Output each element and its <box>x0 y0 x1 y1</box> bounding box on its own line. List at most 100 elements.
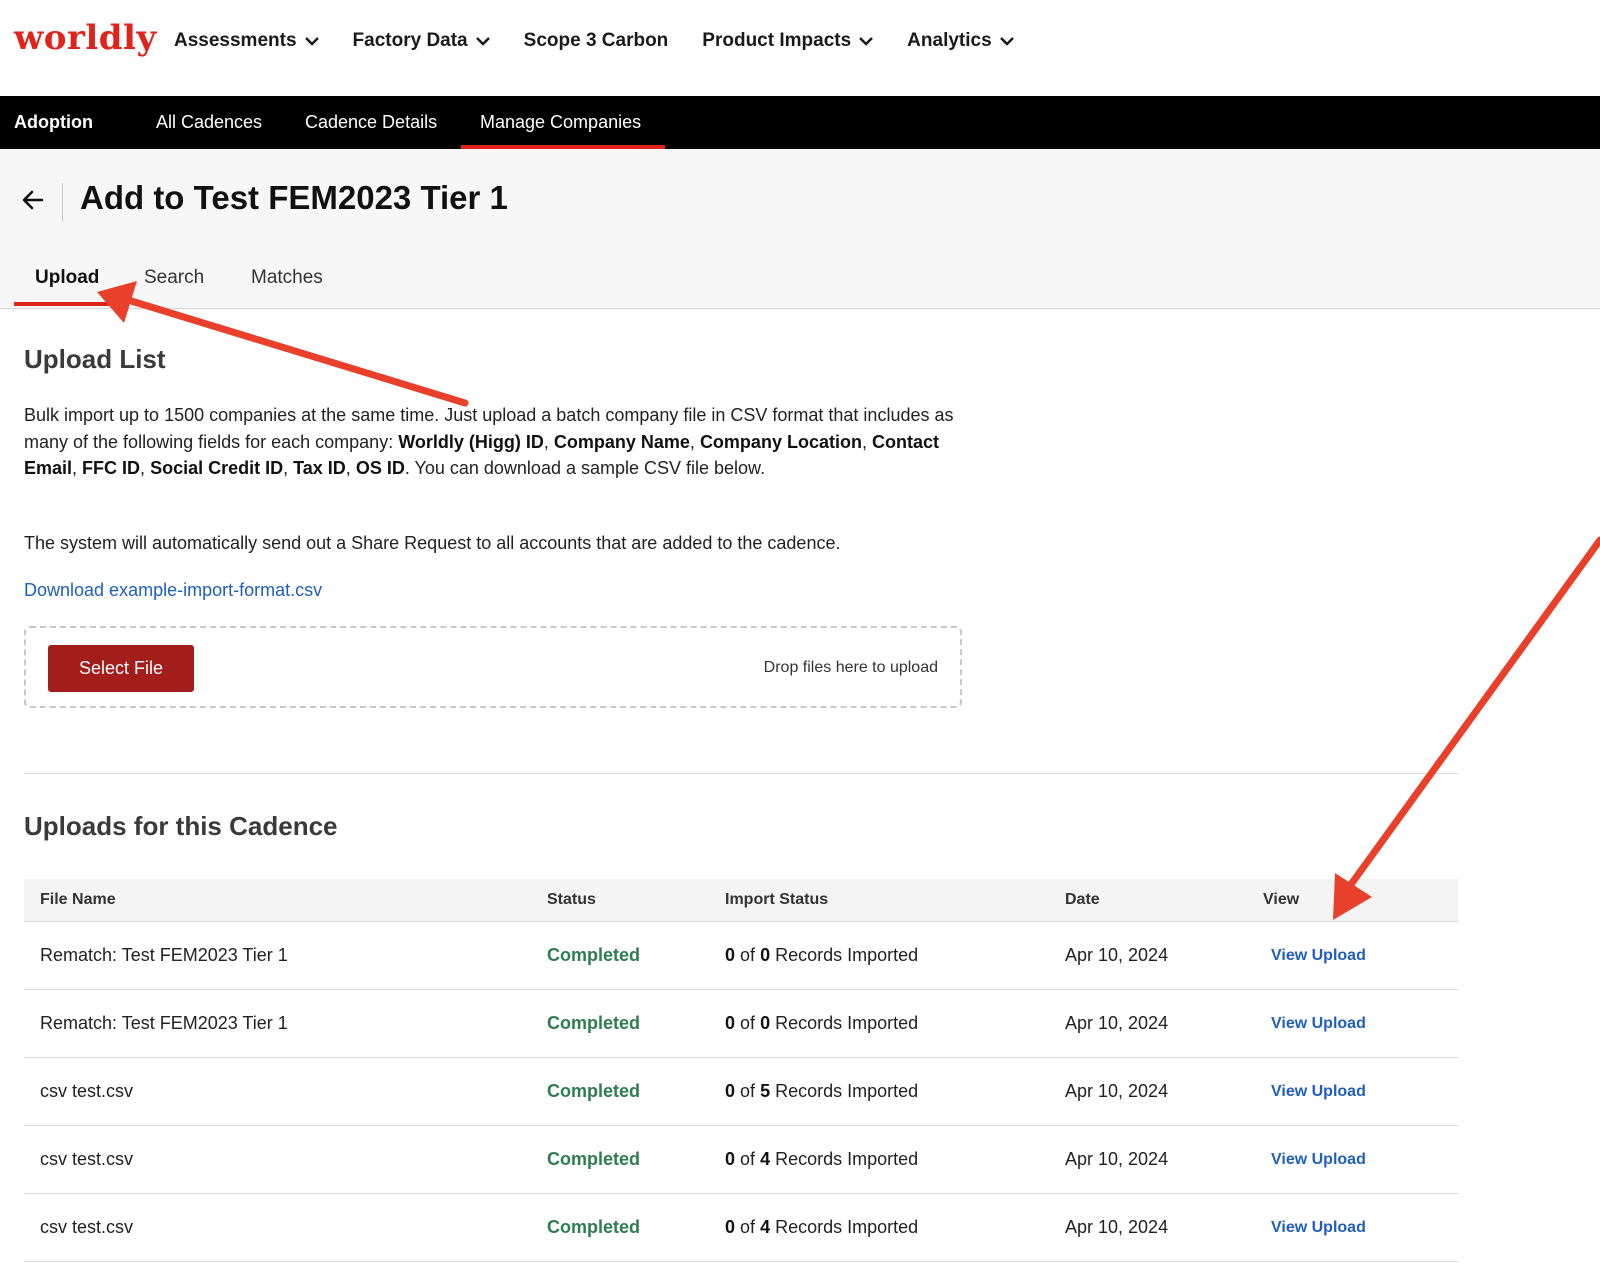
import-status-cell: 0 of 0 Records Imported <box>725 1013 918 1034</box>
view-upload-link[interactable]: View Upload <box>1271 1083 1366 1101</box>
view-upload-link[interactable]: View Upload <box>1271 1015 1366 1033</box>
table-body: Rematch: Test FEM2023 Tier 1 Completed 0 o… <box>24 922 1458 1262</box>
date-cell: Apr 10, 2024 <box>1065 1217 1169 1237</box>
nav-assessments-label: Assessments <box>174 30 297 51</box>
records-imported-text: Records Imported <box>775 945 919 965</box>
file-dropzone[interactable]: Select File Drop files here to upload <box>24 626 962 708</box>
field-name: OS ID <box>355 458 405 478</box>
import-status-cell: 0 of 5 Records Imported <box>725 1081 918 1102</box>
nav-factory-data[interactable]: Factory Data <box>353 30 490 52</box>
table-row: Rematch: Test FEM2023 Tier 1 Completed 0 o… <box>24 990 1458 1058</box>
nav-analytics[interactable]: Analytics <box>907 30 1014 52</box>
page-header: Add to Test FEM2023 Tier 1 Upload Search… <box>0 149 1600 309</box>
upload-description: Bulk import up to 1500 companies at the … <box>24 402 964 482</box>
nav-factory-data-label: Factory Data <box>352 30 468 51</box>
separator: , <box>140 458 151 478</box>
section-divider <box>24 773 1458 774</box>
date-cell: Apr 10, 2024 <box>1065 945 1169 965</box>
nav-scope-3-carbon[interactable]: Scope 3 Carbon <box>524 30 669 52</box>
view-upload-link[interactable]: View Upload <box>1271 1151 1366 1169</box>
view-upload-link[interactable]: View Upload <box>1271 1219 1366 1237</box>
top-navigation: worldly Assessments Factory Data Scope 3… <box>0 0 1600 96</box>
separator: , <box>283 458 294 478</box>
drop-files-hint: Drop files here to upload <box>763 659 938 676</box>
page-title: Add to Test FEM2023 Tier 1 <box>80 179 508 216</box>
file-name-cell: csv test.csv <box>40 1217 134 1237</box>
status-cell: Completed <box>547 1081 641 1101</box>
table-row: csv test.csv Completed 0 of 5 Records Impo… <box>24 1058 1458 1126</box>
chevron-down-icon <box>304 36 319 46</box>
field-name: Social Credit ID <box>150 458 284 478</box>
separator: , <box>543 431 554 452</box>
download-example-link[interactable]: Download example-import-format.csv <box>24 580 322 601</box>
active-tab-indicator <box>14 302 123 306</box>
imported-count: 0 <box>725 1217 736 1237</box>
separator: , <box>689 431 700 452</box>
records-imported-text: Records Imported <box>775 1081 919 1101</box>
status-cell: Completed <box>547 945 641 965</box>
column-header: Status <box>547 891 596 908</box>
tab-all-cadences[interactable]: All Cadences <box>156 112 262 133</box>
of-word: of <box>740 945 756 965</box>
tab-search[interactable]: Search <box>144 267 204 289</box>
share-request-note: The system will automatically send out a… <box>24 533 841 553</box>
table-header: File Name Status Import Status Date View <box>24 879 1458 922</box>
of-word: of <box>740 1217 756 1237</box>
file-name-cell: csv test.csv <box>40 1081 134 1101</box>
total-count: 0 <box>760 1013 771 1033</box>
records-imported-text: Records Imported <box>775 1217 919 1237</box>
nav-analytics-label: Analytics <box>907 30 992 51</box>
description-text: . You can download a sample CSV file bel… <box>404 458 766 478</box>
header-divider <box>62 183 63 221</box>
date-cell: Apr 10, 2024 <box>1065 1013 1169 1033</box>
column-header: File Name <box>40 891 116 908</box>
view-upload-link[interactable]: View Upload <box>1271 947 1366 965</box>
status-cell: Completed <box>547 1149 641 1169</box>
date-cell: Apr 10, 2024 <box>1065 1081 1169 1101</box>
field-name: Company Name <box>553 431 690 452</box>
of-word: of <box>740 1013 756 1033</box>
column-header: View <box>1263 891 1300 908</box>
tab-matches[interactable]: Matches <box>251 267 323 289</box>
table-row: Rematch: Test FEM2023 Tier 1 Completed 0 o… <box>24 922 1458 990</box>
table-row: csv test.csv Completed 0 of 4 Records Impo… <box>24 1194 1458 1262</box>
imported-count: 0 <box>725 1013 736 1033</box>
file-name-cell: Rematch: Test FEM2023 Tier 1 <box>40 945 288 965</box>
records-imported-text: Records Imported <box>775 1149 919 1169</box>
column-header: Date <box>1065 891 1100 908</box>
nav-product-impacts[interactable]: Product Impacts <box>702 30 874 52</box>
select-file-button[interactable]: Select File <box>48 645 194 692</box>
field-name: Company Location <box>699 431 862 452</box>
tab-upload[interactable]: Upload <box>35 267 99 289</box>
column-header: Import Status <box>725 891 829 908</box>
imported-count: 0 <box>725 945 736 965</box>
main-menu: Assessments Factory Data Scope 3 Carbon … <box>174 30 1048 52</box>
annotation-arrow-view-upload <box>1333 536 1600 920</box>
section-navigation: Adoption All Cadences Cadence Details Ma… <box>0 96 1600 149</box>
of-word: of <box>740 1149 756 1169</box>
nav-product-impacts-label: Product Impacts <box>702 30 852 51</box>
field-name: Worldly (Higg) ID <box>398 431 544 452</box>
tab-cadence-details[interactable]: Cadence Details <box>305 112 437 133</box>
worldly-logo[interactable]: worldly <box>14 18 157 58</box>
tab-manage-companies[interactable]: Manage Companies <box>480 112 641 133</box>
section-title: Adoption <box>14 112 93 132</box>
of-word: of <box>740 1081 756 1101</box>
import-status-cell: 0 of 4 Records Imported <box>725 1217 918 1238</box>
nav-assessments[interactable]: Assessments <box>174 30 319 52</box>
separator: , <box>861 431 872 452</box>
back-arrow-icon[interactable] <box>22 189 44 216</box>
total-count: 4 <box>760 1217 771 1237</box>
chevron-down-icon <box>475 36 490 46</box>
date-cell: Apr 10, 2024 <box>1065 1149 1169 1169</box>
status-cell: Completed <box>547 1217 641 1237</box>
chevron-down-icon <box>999 36 1014 46</box>
chevron-down-icon <box>859 36 874 46</box>
upload-list-heading: Upload List <box>24 344 166 374</box>
import-status-cell: 0 of 4 Records Imported <box>725 1149 918 1170</box>
total-count: 0 <box>760 945 771 965</box>
field-name: Tax ID <box>293 458 346 478</box>
file-name-cell: csv test.csv <box>40 1149 134 1169</box>
imported-count: 0 <box>725 1081 736 1101</box>
import-status-cell: 0 of 0 Records Imported <box>725 945 918 966</box>
